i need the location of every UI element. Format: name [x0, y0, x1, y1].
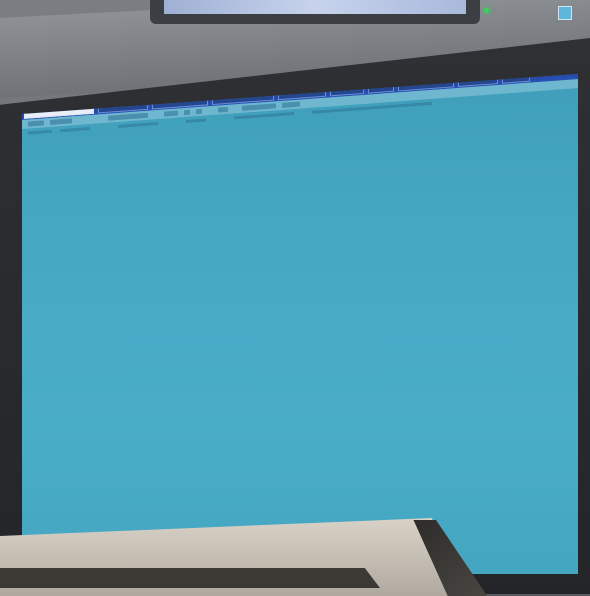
toolbar-item[interactable] [196, 108, 202, 115]
toolbar-item[interactable] [282, 101, 300, 108]
toolbar-item[interactable] [184, 109, 190, 116]
photo-scene [0, 0, 590, 596]
toolbar-item[interactable] [108, 112, 148, 121]
window-control-icon [558, 6, 572, 20]
toolbar-item[interactable] [28, 120, 44, 127]
desk-slot [0, 568, 380, 588]
background-monitor-screen [164, 0, 466, 14]
filter-item [28, 129, 52, 135]
monitor-screen [22, 74, 578, 574]
power-led-icon [484, 8, 489, 13]
toolbar-item[interactable] [218, 106, 228, 113]
background-monitor [150, 0, 480, 24]
filter-item [234, 112, 294, 120]
toolbar-item[interactable] [242, 103, 276, 111]
toolbar-item[interactable] [164, 110, 178, 117]
toolbar-item[interactable] [50, 118, 72, 125]
filter-item [186, 118, 206, 123]
filter-item [118, 122, 158, 128]
filter-item [60, 127, 90, 133]
